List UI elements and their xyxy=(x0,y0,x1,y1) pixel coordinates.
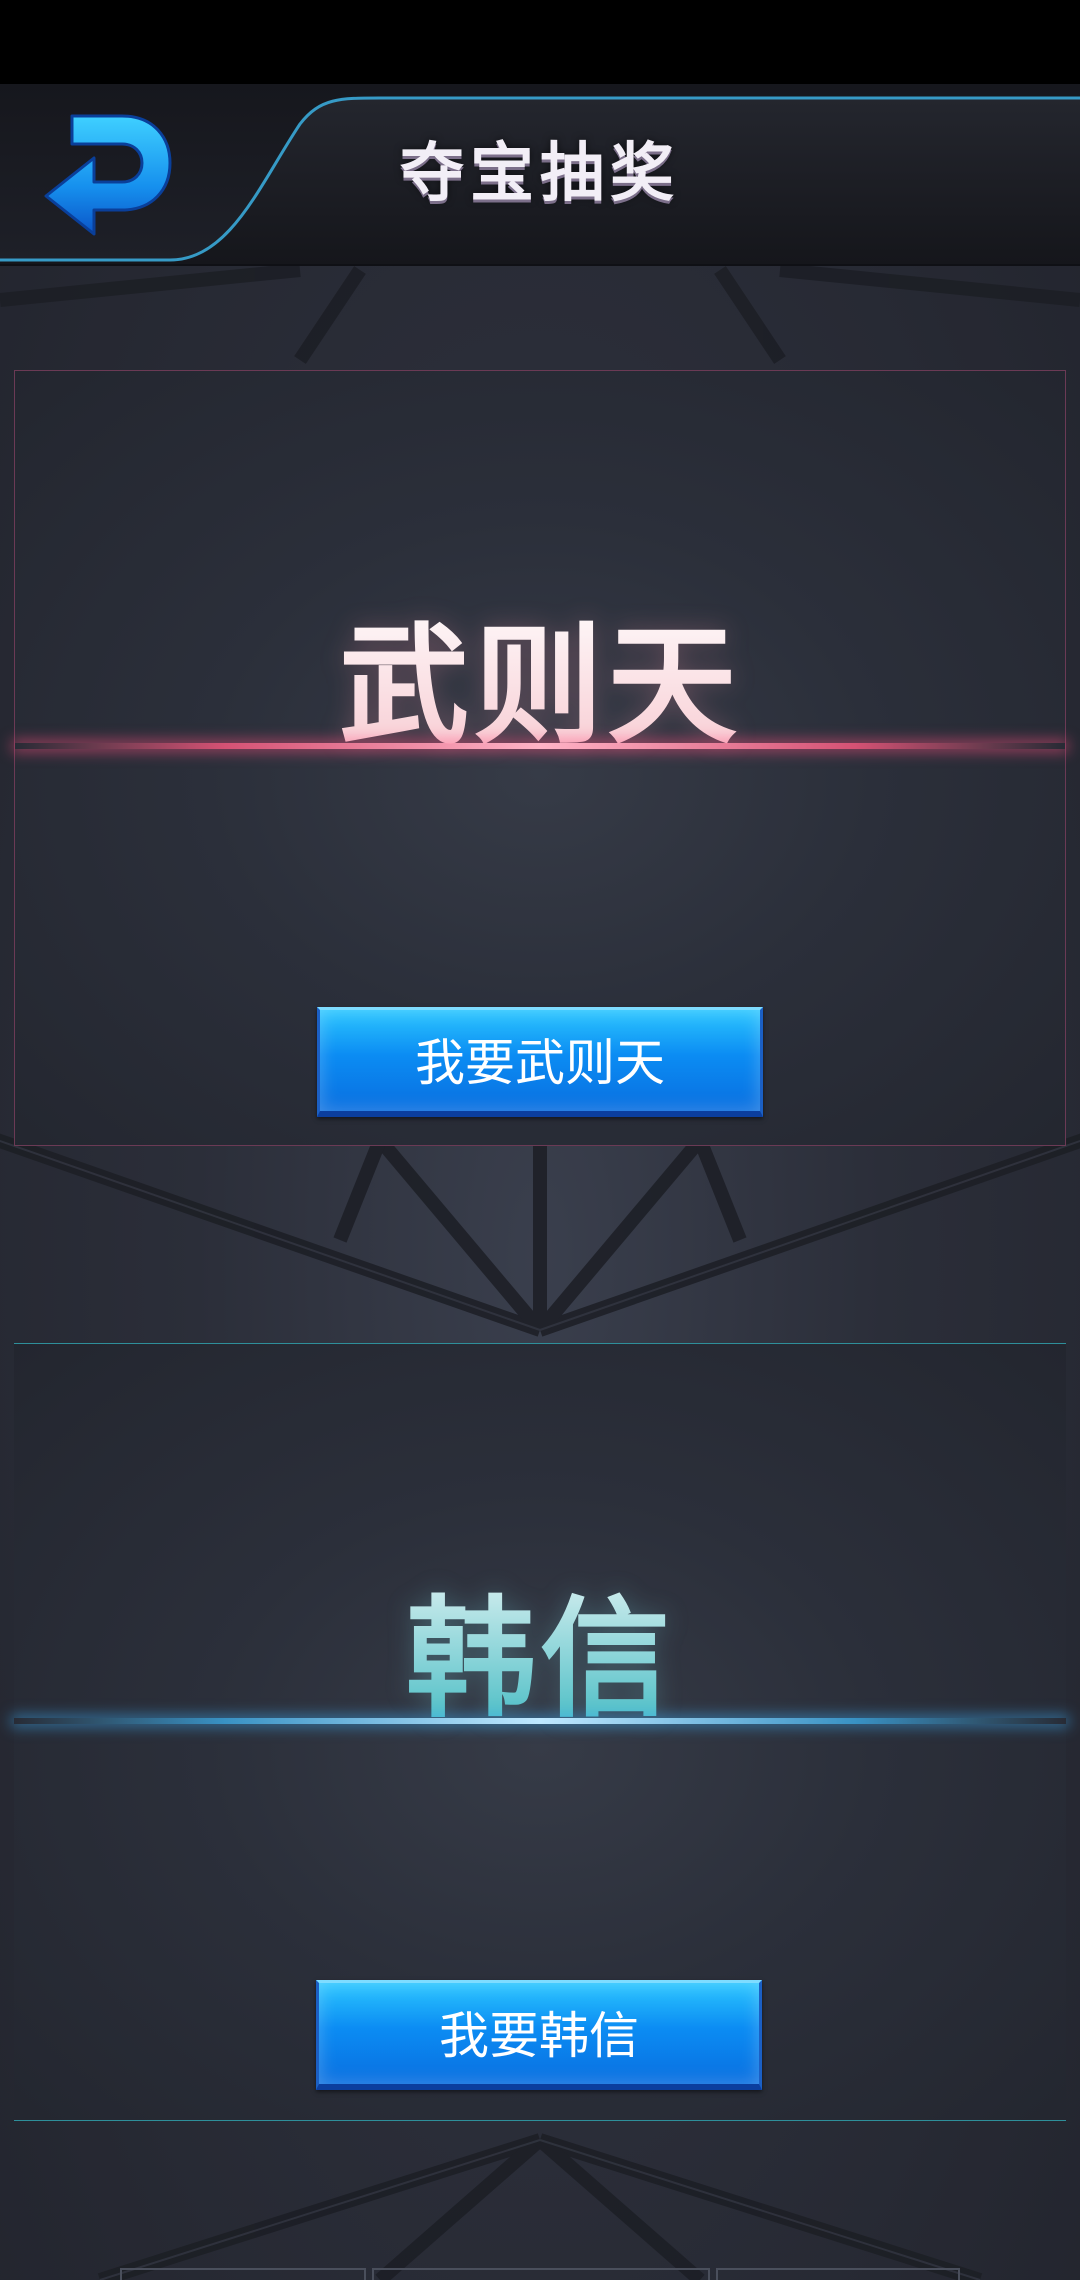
back-arrow-icon xyxy=(44,114,172,236)
bottom-tab-strip xyxy=(120,2268,960,2280)
hero-name: 武则天 xyxy=(15,581,1065,769)
claim-han-xin-button[interactable]: 我要韩信 xyxy=(316,1980,762,2090)
back-button[interactable] xyxy=(42,108,182,238)
hero-card-han-xin: 韩信 我要韩信 xyxy=(14,1343,1066,2121)
header-bar: 夺宝抽奖 xyxy=(0,84,1080,266)
screen: 夺宝抽奖 武则天 我要武则天 韩信 我要韩信 xyxy=(0,0,1080,2280)
hero-divider-glow xyxy=(14,1718,1066,1724)
bottom-tab[interactable] xyxy=(716,2268,960,2280)
hero-divider-glow xyxy=(15,743,1065,749)
page-title: 夺宝抽奖 xyxy=(400,137,680,211)
hero-name: 韩信 xyxy=(14,1554,1066,1742)
bottom-tab[interactable] xyxy=(120,2268,366,2280)
hero-card-wu-zetian: 武则天 我要武则天 xyxy=(14,370,1066,1146)
claim-wu-zetian-button[interactable]: 我要武则天 xyxy=(317,1007,763,1117)
bottom-tab[interactable] xyxy=(372,2268,710,2280)
status-bar xyxy=(0,0,1080,84)
